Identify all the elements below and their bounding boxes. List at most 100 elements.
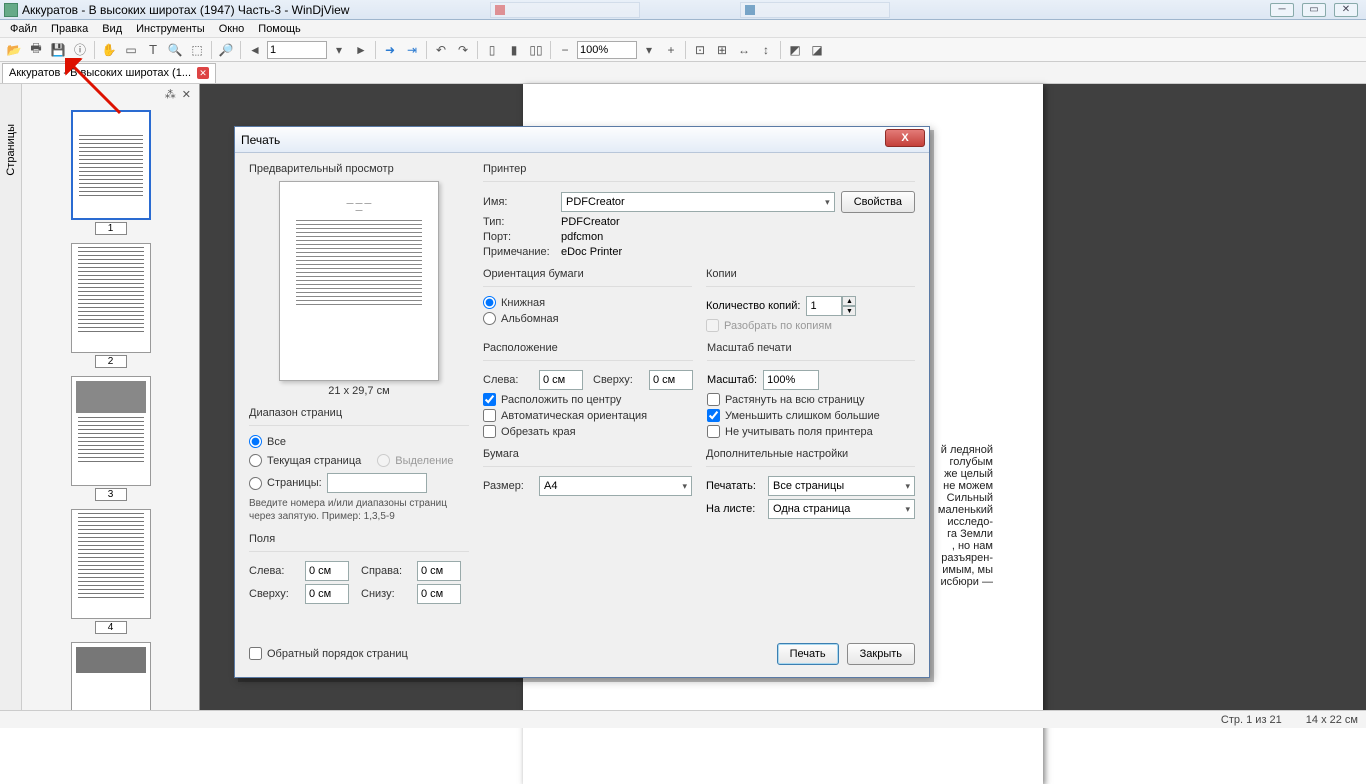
thumbnail[interactable]: 2 — [71, 243, 151, 368]
close-dialog-button[interactable]: Закрыть — [847, 643, 915, 665]
print-button[interactable]: Печать — [777, 643, 839, 665]
fit-page-icon[interactable]: ⊞ — [712, 40, 732, 60]
margin-right-input[interactable] — [417, 561, 461, 581]
rotate-left-icon[interactable]: ↶ — [431, 40, 451, 60]
facing-icon[interactable]: ▯▯ — [526, 40, 546, 60]
prev-page-icon[interactable]: ◄ — [245, 40, 265, 60]
thumbnails-panel: Страницы ⁂ ✕ 1 2 3 4 — [0, 84, 200, 710]
margin-left-input[interactable] — [305, 561, 349, 581]
taskbar-ghost-tab — [490, 2, 640, 18]
center-checkbox[interactable]: Расположить по центру — [483, 393, 693, 406]
fit-actual-icon[interactable]: ⊡ — [690, 40, 710, 60]
per-sheet-select[interactable]: Одна страница — [768, 499, 915, 519]
range-hint: Введите номера и/или диапазоны страниц ч… — [249, 497, 469, 523]
ignoremargins-checkbox[interactable]: Не учитывать поля принтера — [707, 425, 915, 438]
thumbnail-number: 3 — [95, 488, 127, 501]
toolbar: 📂 🖶 💾 ⓘ ✋ ▭ 𝖳 🔍 ⬚ 🔎 ◄ 1 ▾ ► ➜ ⇥ ↶ ↷ ▯ ▮ … — [0, 38, 1366, 62]
panel-options-icon[interactable]: ⁂ — [165, 88, 176, 102]
range-pages-radio[interactable]: Страницы: — [249, 473, 469, 493]
printer-select[interactable]: PDFCreator — [561, 192, 835, 212]
thumbnail[interactable]: 3 — [71, 376, 151, 501]
printer-properties-button[interactable]: Свойства — [841, 191, 915, 213]
status-size: 14 x 22 см — [1306, 714, 1358, 726]
portrait-radio[interactable]: Книжная — [483, 296, 692, 309]
thumbnail[interactable]: 4 — [71, 509, 151, 634]
zoom-box[interactable]: 100% — [577, 41, 637, 59]
maximize-button[interactable]: ▭ — [1302, 3, 1326, 17]
landscape-radio[interactable]: Альбомная — [483, 312, 692, 325]
margin-bottom-input[interactable] — [417, 584, 461, 604]
menu-file[interactable]: Файл — [4, 22, 43, 36]
reverse-order-checkbox[interactable]: Обратный порядок страниц — [249, 647, 408, 660]
dropdown-icon[interactable]: ▾ — [639, 40, 659, 60]
range-all-radio[interactable]: Все — [249, 435, 469, 448]
menu-edit[interactable]: Правка — [45, 22, 94, 36]
offset-left-input[interactable] — [539, 370, 583, 390]
print-icon[interactable]: 🖶 — [26, 40, 46, 60]
paper-size-select[interactable]: A4 — [539, 476, 692, 496]
crop-checkbox[interactable]: Обрезать края — [483, 425, 693, 438]
zoom-out-icon[interactable]: − — [555, 40, 575, 60]
print-preview: — — —— — [279, 181, 439, 381]
find-icon[interactable]: 🔎 — [216, 40, 236, 60]
copies-spinner[interactable]: ▲▼ — [806, 296, 856, 316]
settings-icon[interactable]: ◩ — [785, 40, 805, 60]
dropdown-icon[interactable]: ▾ — [329, 40, 349, 60]
window-title: Аккуратов - В высоких широтах (1947) Час… — [22, 3, 349, 17]
range-current-radio[interactable]: Текущая страница — [249, 454, 361, 467]
singlepage-icon[interactable]: ▯ — [482, 40, 502, 60]
thumbnail[interactable]: 1 — [71, 110, 151, 235]
info-icon[interactable]: ⓘ — [70, 40, 90, 60]
autoorient-checkbox[interactable]: Автоматическая ориентация — [483, 409, 693, 422]
printer-label: Принтер — [483, 163, 915, 175]
nav-back-icon[interactable]: ➜ — [380, 40, 400, 60]
statusbar: Стр. 1 из 21 14 x 22 см — [0, 710, 1366, 728]
rotate-right-icon[interactable]: ↷ — [453, 40, 473, 60]
dialog-close-button[interactable]: X — [885, 129, 925, 147]
continuous-icon[interactable]: ▮ — [504, 40, 524, 60]
close-button[interactable]: ✕ — [1334, 3, 1358, 17]
panel-close-icon[interactable]: ✕ — [182, 88, 191, 102]
magnify-icon[interactable]: 🔍 — [165, 40, 185, 60]
stretch-checkbox[interactable]: Растянуть на всю страницу — [707, 393, 915, 406]
range-label: Диапазон страниц — [249, 407, 469, 419]
menu-help[interactable]: Помощь — [252, 22, 307, 36]
menu-tools[interactable]: Инструменты — [130, 22, 211, 36]
menu-window[interactable]: Окно — [213, 22, 251, 36]
menu-view[interactable]: Вид — [96, 22, 128, 36]
shrink-checkbox[interactable]: Уменьшить слишком большие — [707, 409, 915, 422]
scale-input[interactable] — [763, 370, 819, 390]
next-page-icon[interactable]: ► — [351, 40, 371, 60]
settings2-icon[interactable]: ◪ — [807, 40, 827, 60]
select-icon[interactable]: ▭ — [121, 40, 141, 60]
thumbnails-tab[interactable]: Страницы — [0, 84, 22, 710]
minimize-button[interactable]: ─ — [1270, 3, 1294, 17]
tab-close-icon[interactable]: ✕ — [197, 67, 209, 79]
scale-label: Масштаб печати — [707, 342, 915, 354]
range-selection-radio[interactable]: Выделение — [377, 454, 453, 467]
collate-checkbox[interactable]: Разобрать по копиям — [706, 319, 915, 332]
status-page: Стр. 1 из 21 — [1221, 714, 1282, 726]
open-icon[interactable]: 📂 — [4, 40, 24, 60]
zoom-in-icon[interactable]: + — [661, 40, 681, 60]
textselect-icon[interactable]: 𝖳 — [143, 40, 163, 60]
fit-height-icon[interactable]: ↕ — [756, 40, 776, 60]
tab-label: Аккуратов - В высоких широтах (1... — [9, 67, 191, 79]
hand-icon[interactable]: ✋ — [99, 40, 119, 60]
pages-input[interactable] — [327, 473, 427, 493]
orientation-label: Ориентация бумаги — [483, 268, 692, 280]
thumbnail[interactable] — [71, 642, 151, 710]
marquee-icon[interactable]: ⬚ — [187, 40, 207, 60]
fit-width-icon[interactable]: ↔ — [734, 40, 754, 60]
margin-top-input[interactable] — [305, 584, 349, 604]
save-icon[interactable]: 💾 — [48, 40, 68, 60]
taskbar-ghost-tab — [740, 2, 890, 18]
dialog-titlebar[interactable]: Печать X — [235, 127, 929, 153]
nav-fwd-icon[interactable]: ⇥ — [402, 40, 422, 60]
page-number-box[interactable]: 1 — [267, 41, 327, 59]
print-what-select[interactable]: Все страницы — [768, 476, 915, 496]
paper-label: Бумага — [483, 448, 692, 460]
document-tab[interactable]: Аккуратов - В высоких широтах (1... ✕ — [2, 63, 216, 83]
margins-label: Поля — [249, 533, 469, 545]
offset-top-input[interactable] — [649, 370, 693, 390]
